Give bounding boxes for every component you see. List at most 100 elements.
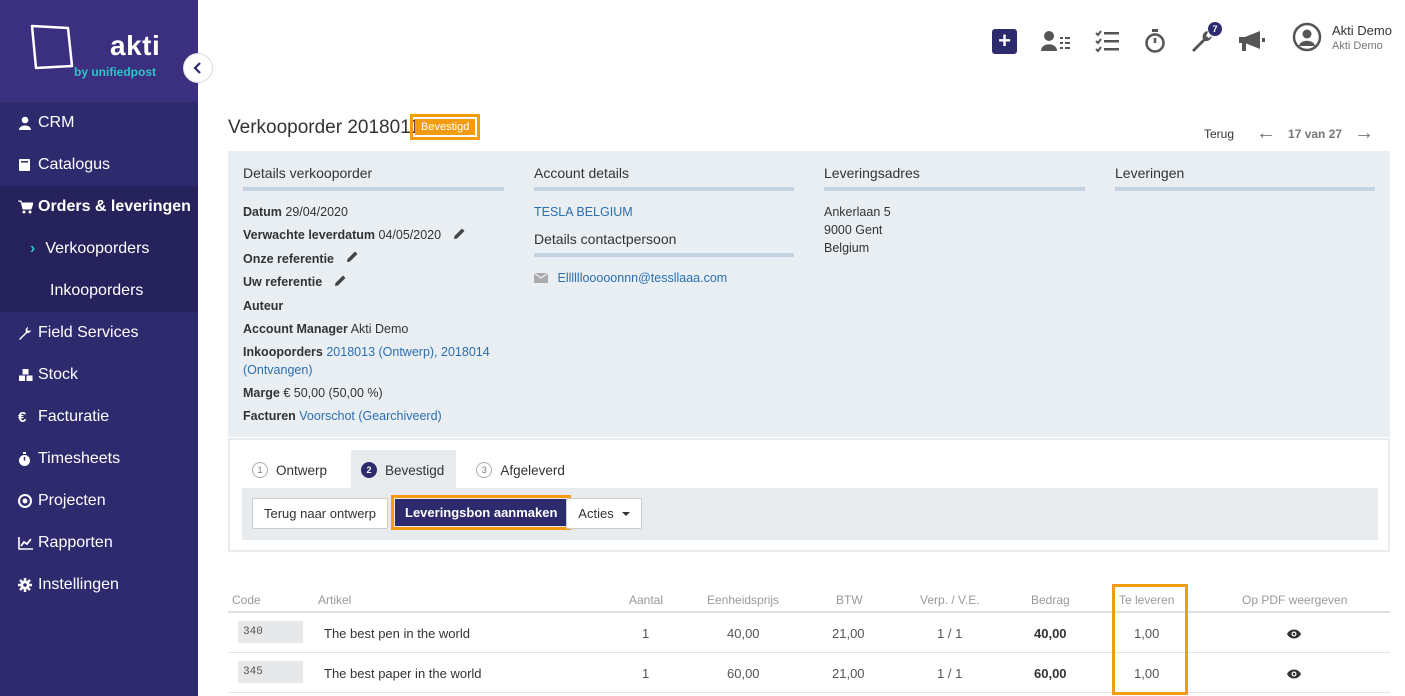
row-code: 340	[238, 621, 303, 643]
tasks-button[interactable]	[1095, 30, 1120, 52]
order-details-heading: Details verkooporder	[243, 165, 504, 191]
user-menu[interactable]: Akti Demo Akti Demo	[1292, 22, 1392, 52]
arrow-left-icon[interactable]: ←	[1256, 122, 1276, 145]
sidebar-item-instellingen[interactable]: Instellingen	[0, 564, 198, 606]
arrow-right-icon[interactable]: →	[1354, 122, 1374, 145]
row-artikel: The best paper in the world	[324, 666, 482, 681]
timer-button[interactable]	[1144, 29, 1166, 53]
datum-value: 29/04/2020	[285, 205, 348, 219]
actions-dropdown-button[interactable]: Acties	[566, 498, 642, 529]
deliveries-column: Leveringen	[1115, 165, 1375, 203]
sidebar-item-inkooporders[interactable]: Inkooporders	[0, 270, 198, 312]
cubes-icon	[18, 368, 38, 382]
topbar-toolbar: + 7	[992, 22, 1290, 54]
inkoop-link[interactable]: 2018013 (Ontwerp), 2018014	[326, 345, 489, 359]
logo-area: akti by unifiedpost	[0, 0, 198, 102]
caret-down-icon	[621, 511, 630, 516]
sidebar-item-catalogus[interactable]: Catalogus	[0, 144, 198, 186]
user-company: Akti Demo	[1332, 39, 1383, 52]
back-to-draft-button[interactable]: Terug naar ontwerp	[252, 498, 388, 529]
th-eenheidsprijs: Eenheidsprijs	[707, 593, 780, 607]
sidebar-item-label: Projecten	[38, 492, 106, 509]
address-line-1: Ankerlaan 5	[824, 205, 891, 219]
user-info: Akti Demo Akti Demo	[1332, 23, 1392, 52]
back-link[interactable]: Terug	[1204, 127, 1234, 141]
sidebar-nav: CRM Catalogus Orders & leveringen › Verk…	[0, 102, 198, 606]
order-lines-table: Code Artikel Aantal Eenheidsprijs BTW Ve…	[228, 588, 1390, 693]
step-bevestigd[interactable]: 2 Bevestigd	[351, 450, 457, 490]
sidebar-item-field-services[interactable]: Field Services	[0, 312, 198, 354]
page-title: Verkooporder 2018011	[228, 117, 420, 138]
row-prijs: 40,00	[727, 626, 760, 641]
step-number: 1	[252, 462, 268, 478]
sidebar-item-crm[interactable]: CRM	[0, 102, 198, 144]
stopwatch-icon	[1145, 29, 1165, 53]
facturen-label: Facturen	[243, 409, 296, 424]
announcements-button[interactable]	[1238, 30, 1266, 52]
envelope-icon	[533, 272, 549, 283]
sidebar-item-label: Timesheets	[38, 450, 121, 467]
row-artikel: The best pen in the world	[324, 626, 470, 641]
sidebar-item-timesheets[interactable]: Timesheets	[0, 438, 198, 480]
wrench-icon	[18, 326, 38, 340]
th-bedrag: Bedrag	[1031, 593, 1070, 607]
email-link[interactable]: Ellllllooooonnn@tessllaaa.com	[557, 271, 727, 285]
workflow-steps: 1 Ontwerp 2 Bevestigd 3 Afgeleverd	[242, 450, 577, 490]
eye-icon[interactable]	[1287, 667, 1301, 682]
row-verp: 1 / 1	[937, 626, 963, 641]
create-delivery-highlight: Leveringsbon aanmaken	[391, 495, 572, 530]
th-code: Code	[232, 593, 261, 607]
create-delivery-note-button[interactable]: Leveringsbon aanmaken	[395, 499, 568, 526]
manager-row: Account Manager Akti Demo	[243, 320, 504, 338]
facturen-link[interactable]: Voorschot (Gearchiveerd)	[299, 409, 441, 423]
step-afgeleverd[interactable]: 3 Afgeleverd	[466, 450, 577, 490]
account-details-heading: Account details	[534, 165, 794, 191]
contacts-button[interactable]	[1041, 30, 1071, 52]
sidebar-item-facturatie[interactable]: € Facturatie	[0, 396, 198, 438]
sidebar-collapse-button[interactable]	[183, 53, 213, 83]
step-number: 3	[476, 462, 493, 478]
sidebar-item-label: Field Services	[38, 324, 139, 341]
actions-bar: Terug naar ontwerp Leveringsbon aanmaken…	[242, 488, 1378, 540]
sidebar-item-orders[interactable]: Orders & leveringen	[0, 186, 198, 228]
edit-pencil-icon[interactable]	[346, 250, 359, 268]
row-aantal: 1	[642, 666, 650, 681]
marge-row: Marge € 50,00 (50,00 %)	[243, 384, 504, 402]
onze-ref-label: Onze referentie	[243, 251, 335, 266]
inkoop-link-2[interactable]: (Ontvangen)	[243, 363, 312, 377]
row-bedrag: 60,00	[1034, 666, 1067, 681]
row-aantal: 1	[642, 626, 650, 641]
euro-icon: €	[18, 408, 27, 426]
table-row: 340 The best pen in the world 1 40,00 21…	[228, 613, 1390, 653]
verwacht-value: 04/05/2020	[378, 228, 442, 242]
th-aantal: Aantal	[629, 593, 664, 607]
edit-pencil-icon[interactable]	[334, 274, 347, 292]
book-icon	[18, 158, 38, 172]
row-bedrag: 40,00	[1034, 626, 1067, 641]
account-name-link[interactable]: TESLA BELGIUM	[534, 203, 794, 221]
step-ontwerp[interactable]: 1 Ontwerp	[242, 450, 339, 490]
eye-icon[interactable]	[1287, 627, 1301, 642]
auteur-label: Auteur	[243, 299, 284, 314]
email-row: Ellllllooooonnn@tessllaaa.com	[533, 269, 794, 287]
step-label: Afgeleverd	[500, 462, 565, 478]
sidebar-item-projecten[interactable]: Projecten	[0, 480, 198, 522]
account-details-column: Account details TESLA BELGIUM Details co…	[533, 165, 794, 292]
step-label: Bevestigd	[385, 462, 445, 478]
tools-button[interactable]: 7	[1190, 22, 1222, 53]
inkoop-label: Inkooporders	[243, 345, 323, 360]
add-button[interactable]: +	[992, 28, 1017, 54]
target-icon	[18, 494, 38, 508]
th-btw: BTW	[836, 593, 863, 607]
sidebar-item-stock[interactable]: Stock	[0, 354, 198, 396]
sidebar-item-rapporten[interactable]: Rapporten	[0, 522, 198, 564]
edit-pencil-icon[interactable]	[453, 227, 466, 245]
deliveries-heading: Leveringen	[1115, 165, 1375, 191]
row-code: 345	[238, 661, 303, 683]
uw-ref-label: Uw referentie	[243, 275, 323, 290]
sidebar-item-verkooporders[interactable]: › Verkooporders	[0, 228, 198, 270]
auteur-row: Auteur	[243, 297, 504, 315]
verwacht-label: Verwachte leverdatum	[243, 228, 376, 242]
pager: Terug ← 17 van 27 →	[1204, 122, 1386, 145]
uw-ref-row: Uw referentie	[243, 273, 504, 292]
